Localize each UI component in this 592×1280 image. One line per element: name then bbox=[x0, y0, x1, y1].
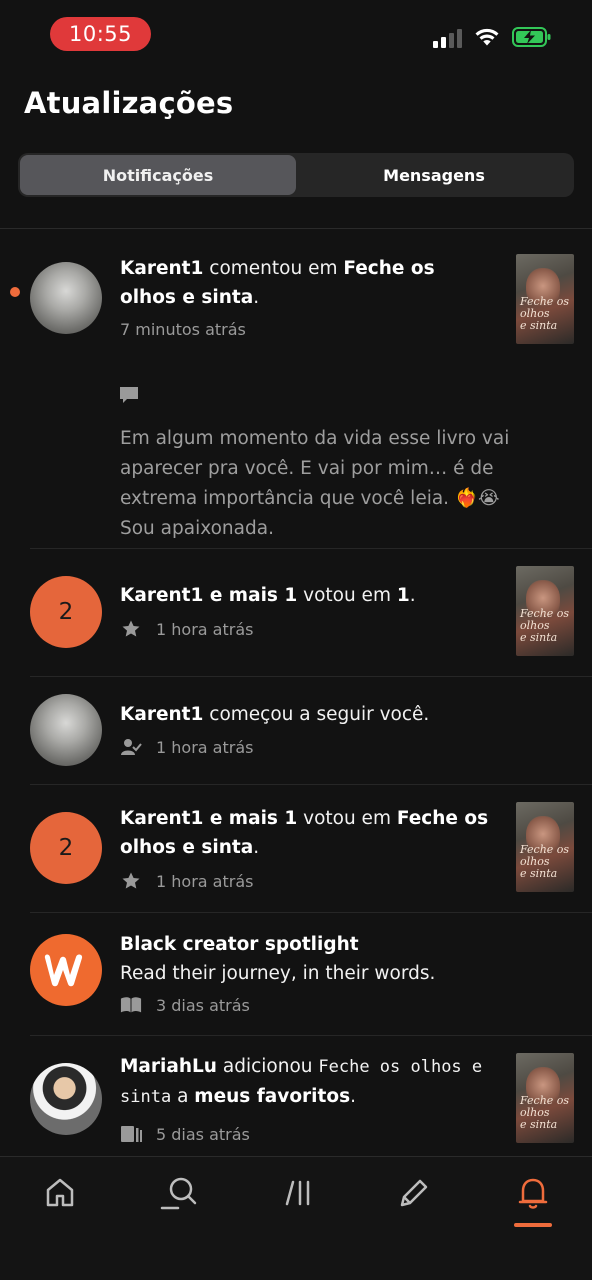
notification-time: 7 minutos atrás bbox=[120, 320, 246, 339]
tab-notificacoes[interactable]: Notificações bbox=[20, 155, 296, 195]
notifications-icon bbox=[518, 1178, 548, 1209]
story-cover[interactable]: Feche os olhos e sinta bbox=[516, 1053, 574, 1143]
status-time: 10:55 bbox=[50, 17, 151, 51]
row-divider bbox=[30, 1035, 592, 1036]
wattpad-w-icon bbox=[44, 954, 83, 987]
library-icon bbox=[285, 1180, 310, 1206]
wattpad-logo-avatar[interactable] bbox=[30, 934, 102, 1006]
comment-text: Em algum momento da vida esse livro vai … bbox=[120, 428, 510, 539]
user-check-icon bbox=[120, 736, 142, 758]
tab-mensagens[interactable]: Mensagens bbox=[296, 155, 572, 195]
story-cover[interactable]: Feche os olhos e sinta bbox=[516, 254, 574, 344]
avatar[interactable] bbox=[30, 262, 102, 334]
grouped-avatar[interactable]: 2 bbox=[30, 812, 102, 884]
book-icon bbox=[120, 994, 142, 1016]
row-divider bbox=[30, 676, 592, 677]
battery-charging-icon bbox=[512, 27, 551, 47]
notification-time: 1 hora atrás bbox=[156, 737, 254, 757]
notification-time: 3 dias atrás bbox=[156, 995, 250, 1015]
bottom-tab-bar bbox=[0, 1156, 592, 1280]
notification-meta: 5 dias atrás bbox=[120, 1123, 250, 1145]
notification-text: MariahLu adicionou Feche os olhos e sint… bbox=[120, 1056, 483, 1107]
segmented-control: Notificações Mensagens bbox=[18, 153, 574, 197]
write-icon bbox=[400, 1179, 428, 1207]
notification-meta: 1 hora atrás bbox=[120, 618, 253, 640]
notification-text: Karent1 começou a seguir você. bbox=[120, 704, 430, 725]
notification-time: 1 hora atrás bbox=[156, 619, 254, 639]
unread-dot bbox=[10, 287, 20, 297]
row-divider bbox=[30, 912, 592, 913]
header-divider bbox=[0, 228, 592, 229]
avatar[interactable] bbox=[30, 694, 102, 766]
notification-meta: 7 minutos atrás bbox=[120, 320, 246, 339]
cellular-signal-icon bbox=[433, 26, 462, 48]
grouped-avatar[interactable]: 2 bbox=[30, 576, 102, 648]
active-tab-indicator bbox=[514, 1223, 552, 1227]
notification-time: 1 hora atrás bbox=[156, 871, 254, 891]
story-cover[interactable]: Feche os olhos e sinta bbox=[516, 566, 574, 656]
notification-text: Karent1 comentou em Feche os olhos e sin… bbox=[120, 258, 435, 308]
row-divider bbox=[30, 784, 592, 785]
tab-write[interactable] bbox=[390, 1173, 438, 1213]
tab-library[interactable] bbox=[274, 1173, 322, 1213]
status-icons bbox=[433, 26, 552, 48]
notification-meta: 3 dias atrás bbox=[120, 994, 250, 1016]
notification-text: Karent1 e mais 1 votou em Feche os olhos… bbox=[120, 808, 489, 858]
star-icon bbox=[120, 618, 142, 640]
tab-notifications[interactable] bbox=[509, 1173, 557, 1213]
wifi-icon bbox=[475, 28, 499, 46]
notification-time: 5 dias atrás bbox=[156, 1124, 250, 1144]
notification-body: Read their journey, in their words. bbox=[120, 963, 436, 984]
comment-icon bbox=[120, 387, 138, 403]
reading-list-icon bbox=[120, 1123, 142, 1145]
story-cover[interactable]: Feche os olhos e sinta bbox=[516, 802, 574, 892]
status-bar: 10:55 bbox=[0, 0, 592, 70]
tab-search[interactable] bbox=[154, 1173, 202, 1213]
notification-text: Karent1 e mais 1 votou em 1. bbox=[120, 585, 416, 606]
notification-meta: 1 hora atrás bbox=[120, 736, 253, 758]
star-icon bbox=[120, 870, 142, 892]
row-divider bbox=[30, 548, 592, 549]
avatar[interactable] bbox=[30, 1063, 102, 1135]
search-icon bbox=[160, 1177, 197, 1210]
notification-meta: 1 hora atrás bbox=[120, 870, 253, 892]
home-icon bbox=[46, 1178, 74, 1207]
notification-text: Black creator spotlight bbox=[120, 934, 359, 955]
tab-home[interactable] bbox=[36, 1173, 84, 1213]
page-title: Atualizações bbox=[24, 86, 234, 120]
